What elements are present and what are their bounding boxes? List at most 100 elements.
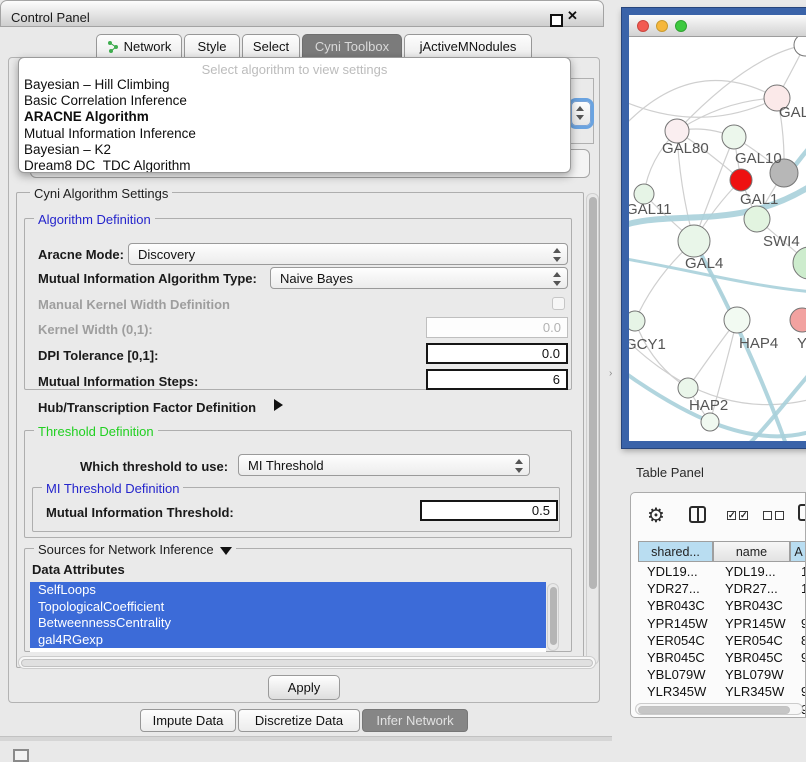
kernel-width-field[interactable]: 0.0	[426, 317, 568, 338]
table-row[interactable]: YBR045CYBR045C9.	[639, 649, 806, 666]
network-node-bottom-partial[interactable]	[701, 413, 719, 431]
data-attributes-list[interactable]: SelfLoopsTopologicalCoefficientBetweenne…	[30, 582, 546, 652]
mi-steps-field[interactable]: 6	[426, 369, 568, 390]
table-cell: YPR145W	[647, 616, 708, 631]
network-node-HAP4[interactable]	[724, 307, 750, 333]
network-node-salmon-node[interactable]	[790, 308, 806, 332]
gear-icon[interactable]: ⚙	[647, 503, 665, 528]
tab-jactivemnodules[interactable]: jActiveMNodules	[404, 34, 532, 57]
control-panel-title: Control Panel	[11, 10, 90, 25]
column-header-2[interactable]: name	[713, 541, 790, 562]
mi-type-combo[interactable]: Naive Bayes	[270, 267, 568, 289]
table-cell: YDR27...	[647, 581, 700, 596]
tab-label: Select	[253, 39, 289, 54]
settings-hscrollbar-thumb[interactable]	[21, 659, 593, 667]
minimize-traffic-light-icon[interactable]	[656, 20, 668, 32]
close-traffic-light-icon[interactable]	[637, 20, 649, 32]
unchecked-checkbox-icon[interactable]	[775, 511, 784, 520]
which-threshold-label: Which threshold to use:	[80, 459, 228, 474]
table-cell: YDR27...	[725, 581, 778, 596]
restore-window-icon[interactable]	[550, 14, 563, 27]
table-cell: 12	[801, 581, 806, 596]
checked-checkbox-icon[interactable]: ✓	[739, 511, 748, 520]
attr-list-scrollbar-thumb[interactable]	[550, 587, 557, 645]
popup-item[interactable]: Bayesian – K2	[19, 142, 570, 158]
which-threshold-combo[interactable]: MI Threshold	[238, 454, 530, 476]
collapse-arrow-icon[interactable]	[220, 547, 232, 555]
popup-item[interactable]: Basic Correlation Inference	[19, 93, 570, 109]
table-row[interactable]: YDL19...YDL19...13	[639, 563, 806, 580]
partial-toolbar-icon[interactable]	[798, 504, 806, 521]
network-edge[interactable]	[629, 80, 777, 137]
tab-impute-data[interactable]: Impute Data	[140, 709, 236, 732]
popup-item-list: Bayesian – Hill ClimbingBasic Correlatio…	[19, 77, 570, 173]
tab-style[interactable]: Style	[184, 34, 240, 57]
tab-discretize-data[interactable]: Discretize Data	[238, 709, 360, 732]
network-node-SWI4[interactable]	[744, 206, 770, 232]
close-icon[interactable]: ✕	[567, 8, 578, 24]
table-row[interactable]: YBL079WYBL079W	[639, 666, 806, 683]
column-header-3[interactable]: A	[790, 541, 806, 562]
table-hscrollbar-thumb[interactable]	[638, 706, 790, 714]
tab-cyni-toolbox[interactable]: Cyni Toolbox	[302, 34, 402, 57]
panel-resize-grip[interactable]: ›	[609, 368, 612, 379]
checked-checkbox-icon[interactable]: ✓	[727, 511, 736, 520]
network-node-label: HAP2	[689, 397, 728, 414]
attribute-list-item[interactable]: TopologicalCoefficient	[30, 599, 546, 616]
algorithm-combo-spinner[interactable]	[571, 101, 591, 126]
hub-definition-label: Hub/Transcription Factor Definition	[38, 400, 256, 415]
table-row[interactable]: YLR345WYLR345W9.	[639, 683, 806, 700]
popup-item[interactable]: Bayesian – Hill Climbing	[19, 77, 570, 93]
table-cell: YLR345W	[725, 684, 784, 699]
expand-arrow-icon[interactable]	[274, 399, 283, 411]
mi-threshold-group-title: MI Threshold Definition	[42, 481, 183, 496]
table-row[interactable]: YER054CYER054C8.	[639, 632, 806, 649]
table-row[interactable]: YPR145WYPR145W9.	[639, 615, 806, 632]
network-node-GCY1[interactable]	[629, 311, 645, 331]
popup-item[interactable]: Dream8 DC_TDC Algorithm	[19, 158, 570, 173]
network-edge-thick[interactable]	[739, 357, 806, 441]
algorithm-dropdown-popup: Select algorithm to view settings Bayesi…	[18, 57, 571, 173]
network-node-top-partial[interactable]	[794, 37, 806, 56]
manual-kernel-checkbox[interactable]	[552, 297, 565, 310]
tab-infer-network[interactable]: Infer Network	[362, 709, 468, 732]
dpi-tolerance-label: DPI Tolerance [0,1]:	[38, 348, 158, 363]
table-row[interactable]: YBR043CYBR043C	[639, 597, 806, 614]
tab-select[interactable]: Select	[242, 34, 300, 57]
network-node-red-node[interactable]	[730, 169, 752, 191]
column-header-1[interactable]: shared...	[638, 541, 713, 562]
partial-window-icon[interactable]	[13, 749, 29, 762]
settings-scrollbar[interactable]	[586, 193, 599, 665]
table-cell: YDL19...	[647, 564, 698, 579]
algorithm-definition-title: Algorithm Definition	[34, 212, 155, 227]
apply-button[interactable]: Apply	[268, 675, 340, 700]
network-node-label: SWI4	[763, 233, 800, 250]
unchecked-checkbox-icon[interactable]	[763, 511, 772, 520]
network-node-GAL4[interactable]	[678, 225, 710, 257]
attr-list-scrollbar[interactable]	[547, 583, 559, 651]
attribute-list-item[interactable]: gal4RGexp	[30, 632, 546, 649]
table-hscrollbar[interactable]	[635, 703, 803, 715]
settings-hscrollbar[interactable]	[18, 656, 596, 669]
popup-item[interactable]: ARACNE Algorithm	[19, 109, 570, 125]
network-graph-canvas[interactable]: GALGAL80GAL10GAL1GAL11SWI4GAL4GCY1HAP4YH…	[629, 37, 806, 441]
dpi-tolerance-field[interactable]: 0.0	[426, 343, 568, 364]
sources-group-title: Sources for Network Inference	[34, 542, 236, 557]
attribute-list-item[interactable]: SelfLoops	[30, 582, 546, 599]
zoom-traffic-light-icon[interactable]	[675, 20, 687, 32]
popup-item[interactable]: Mutual Information Inference	[19, 126, 570, 142]
network-node-label: HAP4	[739, 335, 778, 352]
table-cell: YBR043C	[647, 598, 705, 613]
split-columns-icon[interactable]	[689, 506, 706, 523]
network-node-label: GAL4	[685, 255, 723, 272]
settings-scrollbar-thumb[interactable]	[589, 197, 597, 589]
attribute-list-item[interactable]: BetweennessCentrality	[30, 615, 546, 632]
table-row[interactable]: YDR27... YDR27... 12	[639, 580, 806, 597]
aracne-mode-combo[interactable]: Discovery	[128, 243, 568, 265]
tab-network[interactable]: Network	[96, 34, 182, 57]
mi-steps-label: Mutual Information Steps:	[38, 374, 198, 389]
network-node-GAL10[interactable]	[722, 125, 746, 149]
mi-threshold-field[interactable]: 0.5	[420, 500, 558, 521]
network-node-HAP2[interactable]	[678, 378, 698, 398]
network-icon	[107, 40, 120, 53]
